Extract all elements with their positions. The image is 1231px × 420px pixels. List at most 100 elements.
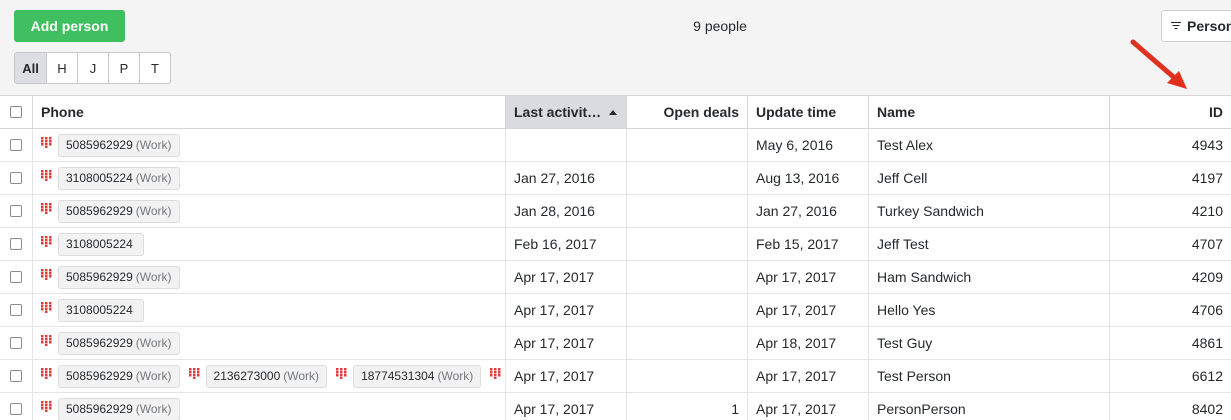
phone-cell: 5085962929 (Work) 2136273000 (Work) 18774531…: [33, 360, 506, 392]
column-header-open-deals[interactable]: Open deals: [627, 96, 748, 128]
phone-chip[interactable]: 3108005224 (Work): [58, 166, 180, 190]
letter-filter-h[interactable]: H: [46, 52, 78, 84]
letter-filter-j[interactable]: J: [77, 52, 109, 84]
phone-chip[interactable]: 5085962929 (Work): [58, 265, 180, 289]
phone-cell: 5085962929 (Work): [33, 195, 506, 227]
phone-icon: [41, 268, 52, 280]
table-row[interactable]: 5085962929 (Work) Apr 17, 2017 1 Apr 17, 201…: [0, 393, 1231, 420]
annotation-arrow-icon: [1130, 39, 1187, 89]
table-row[interactable]: 5085962929 (Work) Apr 17, 2017 Apr 18, 2017…: [0, 327, 1231, 360]
id-cell: 4209: [1191, 269, 1223, 285]
phone-number: 3108005224: [66, 303, 133, 317]
open-deals-cell: [627, 228, 748, 260]
column-header-last-activity[interactable]: Last activit…: [506, 96, 627, 128]
letter-filter-all[interactable]: All: [14, 52, 47, 84]
id-cell: 4210: [1191, 203, 1223, 219]
table-row[interactable]: 3108005224 (Work) Jan 27, 2016 Aug 13, 2016…: [0, 162, 1231, 195]
phone-number: 3108005224: [66, 237, 133, 251]
row-select-cell: [0, 393, 33, 420]
row-checkbox[interactable]: [10, 304, 22, 316]
table-row[interactable]: 5085962929 (Work) May 6, 2016 Test Alex 4943: [0, 129, 1231, 162]
name-cell[interactable]: Jeff Test: [869, 228, 1110, 260]
phone-type-label: (Work): [135, 336, 172, 350]
column-header-phone[interactable]: Phone: [33, 96, 506, 128]
table-row[interactable]: 5085962929 (Work) Apr 17, 2017 Apr 17, 2017…: [0, 261, 1231, 294]
column-header-update-time[interactable]: Update time: [748, 96, 869, 128]
name-cell[interactable]: Test Guy: [869, 327, 1110, 359]
select-all-cell: [0, 96, 33, 128]
column-header-id[interactable]: ID: [1110, 96, 1231, 128]
phone-chip[interactable]: 5085962929 (Work): [58, 199, 180, 223]
row-select-cell: [0, 195, 33, 227]
select-all-checkbox[interactable]: [10, 106, 22, 118]
name-cell[interactable]: Test Alex: [869, 129, 1110, 161]
last-activity-cell: Apr 17, 2017: [506, 294, 627, 326]
row-checkbox[interactable]: [10, 403, 22, 415]
letter-filter: All H J P T: [14, 52, 171, 84]
phone-chip[interactable]: 3108005224: [58, 298, 144, 322]
column-label: Update time: [756, 104, 837, 120]
open-deals-cell: 1: [627, 393, 748, 420]
id-cell: 4706: [1191, 302, 1223, 318]
phone-icon: [41, 334, 52, 346]
name-cell[interactable]: Ham Sandwich: [869, 261, 1110, 293]
phone-number: 5085962929: [66, 138, 133, 152]
update-time-cell: Apr 18, 2017: [748, 327, 869, 359]
open-deals-cell: [627, 294, 748, 326]
phone-cell: 5085962929 (Work): [33, 327, 506, 359]
open-deals-cell: [627, 327, 748, 359]
row-checkbox[interactable]: [10, 205, 22, 217]
id-cell: 4197: [1191, 170, 1223, 186]
phone-type-label: (Work): [135, 204, 172, 218]
sort-ascending-icon: [609, 109, 618, 115]
name-cell[interactable]: PersonPerson: [869, 393, 1110, 420]
name-cell[interactable]: Jeff Cell: [869, 162, 1110, 194]
phone-type-label: (Work): [135, 402, 172, 416]
id-cell: 6612: [1191, 368, 1223, 384]
phone-chip[interactable]: 5085962929 (Work): [58, 364, 180, 388]
update-time-cell: Feb 15, 2017: [748, 228, 869, 260]
column-label: ID: [1209, 104, 1223, 120]
table-row[interactable]: 3108005224 Feb 16, 2017 Feb 15, 2017 Jeff T…: [0, 228, 1231, 261]
update-time-cell: May 6, 2016: [748, 129, 869, 161]
row-checkbox[interactable]: [10, 238, 22, 250]
phone-icon: [188, 367, 200, 379]
people-table: Phone Last activit… Open deals Update ti…: [0, 95, 1231, 420]
table-header: Phone Last activit… Open deals Update ti…: [0, 96, 1231, 129]
phone-chip[interactable]: 5085962929 (Work): [58, 133, 180, 157]
table-row[interactable]: 5085962929 (Work) Jan 28, 2016 Jan 27, 2016…: [0, 195, 1231, 228]
name-cell[interactable]: Test Person: [869, 360, 1110, 392]
phone-icon: [41, 400, 52, 412]
add-person-button[interactable]: Add person: [14, 10, 125, 42]
name-cell[interactable]: Turkey Sandwich: [869, 195, 1110, 227]
phone-number: 18774531304: [361, 369, 435, 383]
row-checkbox[interactable]: [10, 337, 22, 349]
open-deals-cell: [627, 195, 748, 227]
phone-number: 3108005224: [66, 171, 133, 185]
phone-chip[interactable]: 18774531304 (Work): [353, 364, 482, 388]
phone-chip[interactable]: 2136273000 (Work): [205, 364, 328, 388]
phone-icon: [41, 235, 52, 247]
last-activity-cell: Apr 17, 2017: [506, 360, 627, 392]
letter-filter-t[interactable]: T: [139, 52, 171, 84]
table-row[interactable]: 5085962929 (Work) 2136273000 (Work) 18774531…: [0, 360, 1231, 393]
phone-type-label: (Work): [283, 369, 320, 383]
phone-chip[interactable]: 5085962929 (Work): [58, 397, 180, 420]
name-cell[interactable]: Hello Yes: [869, 294, 1110, 326]
table-row[interactable]: 3108005224 Apr 17, 2017 Apr 17, 2017 Hello …: [0, 294, 1231, 327]
row-checkbox[interactable]: [10, 172, 22, 184]
row-checkbox[interactable]: [10, 139, 22, 151]
phone-type-label: (Work): [135, 369, 172, 383]
column-header-name[interactable]: Name: [869, 96, 1110, 128]
row-checkbox[interactable]: [10, 271, 22, 283]
phone-chip[interactable]: 3108005224: [58, 232, 144, 256]
row-checkbox[interactable]: [10, 370, 22, 382]
phone-number: 5085962929: [66, 402, 133, 416]
row-select-cell: [0, 162, 33, 194]
filter-label: Person: [1187, 18, 1231, 34]
phone-number: 5085962929: [66, 204, 133, 218]
phone-chip[interactable]: 5085962929 (Work): [58, 331, 180, 355]
table-body: 5085962929 (Work) May 6, 2016 Test Alex 4943…: [0, 129, 1231, 420]
update-time-cell: Apr 17, 2017: [748, 360, 869, 392]
letter-filter-p[interactable]: P: [108, 52, 140, 84]
